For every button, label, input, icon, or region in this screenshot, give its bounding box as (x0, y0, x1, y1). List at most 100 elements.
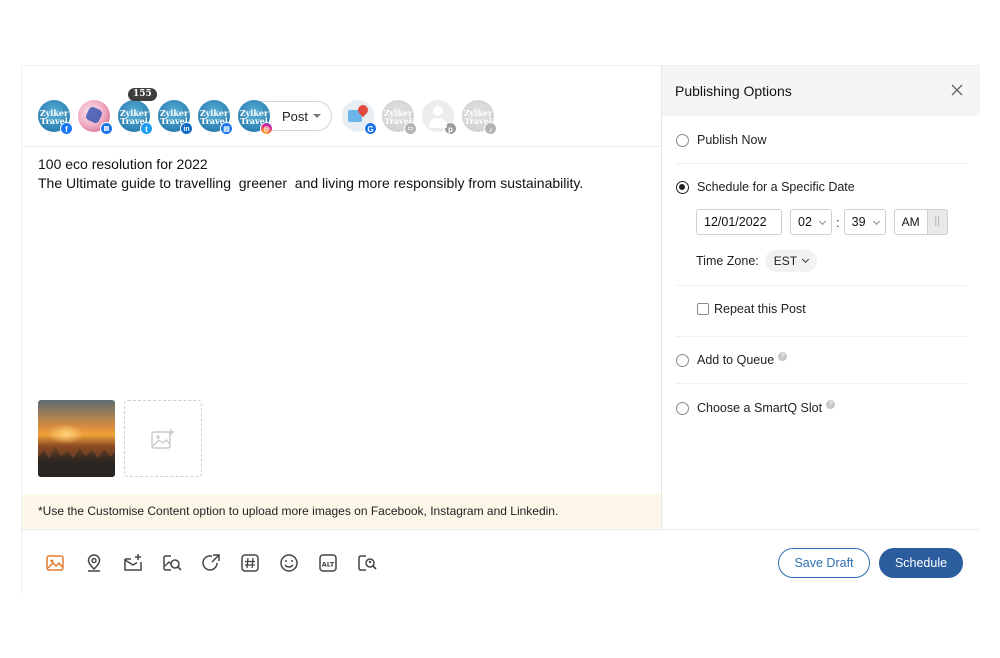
caret-down-icon (313, 114, 321, 118)
divider (676, 163, 967, 164)
profile-avatar-colorful[interactable]: ▤ (78, 100, 113, 135)
hour-select[interactable]: 02 (790, 209, 832, 235)
timezone-label: Time Zone: (696, 254, 759, 268)
profile-avatar-zylker-gbp[interactable]: Zylker Travel ▤ (198, 100, 233, 135)
post-type-label: Post (282, 108, 309, 124)
post-line-2: The Ultimate guide to travelling greener… (38, 175, 584, 191)
google-icon: G (364, 122, 377, 135)
date-time-row: 12/01/2022 02 : 39 AM || (696, 209, 948, 235)
hashtag-icon (241, 554, 259, 572)
profile-avatar-zylker-instagram[interactable]: Zylker Travel ◎ (238, 100, 273, 135)
profile-avatar-zylker-faded-2[interactable]: Zylker Travel ♪ (462, 100, 497, 135)
time-separator: : (836, 214, 840, 230)
publishing-options-panel: Publishing Options Publish Now Schedule … (661, 66, 980, 529)
schedule-button[interactable]: Schedule (879, 548, 963, 578)
hour-value: 02 (798, 215, 812, 229)
repeat-post-label: Repeat this Post (714, 302, 806, 316)
close-icon[interactable] (950, 83, 964, 97)
mail-upload-icon (124, 554, 142, 571)
profile-avatar-zylker-linkedin[interactable]: Zylker Travel in (158, 100, 193, 135)
composer: Zylker Travel f ▤ 155 Zylker Travel t Zy… (22, 66, 661, 529)
option-smartq-slot[interactable]: Choose a SmartQ Slot ? (676, 399, 836, 415)
profile-avatar-zylker-facebook[interactable]: Zylker Travel f (38, 100, 73, 135)
google-business-icon: ▤ (220, 122, 233, 135)
share-tool[interactable] (200, 552, 222, 574)
option-label: Schedule for a Specific Date (697, 180, 855, 194)
divider (676, 383, 967, 384)
option-publish-now[interactable]: Publish Now (676, 133, 766, 147)
profile-avatar-zylker-faded-1[interactable]: Zylker Travel ▭ (382, 100, 417, 135)
timezone-value: EST (773, 254, 798, 268)
option-schedule-specific-date[interactable]: Schedule for a Specific Date (676, 180, 855, 194)
timezone-select[interactable]: EST (764, 250, 818, 272)
location-icon (87, 554, 101, 572)
repeat-post-option[interactable]: Repeat this Post (697, 302, 806, 316)
am-label[interactable]: AM (895, 210, 927, 234)
image-icon (46, 555, 64, 571)
media-attachments (38, 400, 202, 477)
hashtag-tool[interactable] (239, 552, 261, 574)
image-tool[interactable] (44, 552, 66, 574)
minute-value: 39 (851, 215, 866, 229)
panel-title: Publishing Options (675, 83, 792, 99)
location-tool[interactable] (83, 552, 105, 574)
option-add-to-queue[interactable]: Add to Queue ? (676, 351, 788, 367)
radio-publish-now[interactable] (676, 133, 689, 147)
am-pm-toggle[interactable]: AM || (893, 209, 948, 235)
count-badge: 155 (128, 88, 157, 101)
chevron-down-icon (818, 217, 827, 226)
facebook-icon: f (60, 122, 73, 135)
repeat-post-checkbox[interactable] (697, 303, 709, 315)
search-user-tool[interactable] (356, 552, 378, 574)
customise-content-notice: *Use the Customise Content option to upl… (22, 494, 661, 529)
instagram-icon: ◎ (260, 122, 273, 135)
option-label: Add to Queue (697, 353, 775, 367)
option-label: Publish Now (697, 133, 767, 147)
search-user-icon (358, 555, 377, 571)
alt-text-icon: ALT (319, 554, 337, 572)
profile-selector: Zylker Travel f ▤ 155 Zylker Travel t Zy… (38, 88, 502, 135)
panel-header: Publishing Options (662, 66, 980, 116)
chevron-down-icon (872, 217, 880, 226)
alt-text-tool[interactable]: ALT (317, 552, 339, 574)
emoji-tool[interactable] (278, 552, 300, 574)
minute-select[interactable]: 39 (843, 209, 886, 235)
attached-image-thumbnail[interactable] (38, 400, 115, 477)
divider (676, 336, 967, 337)
divider (22, 146, 661, 147)
profile-avatar-google-maps[interactable]: G (342, 100, 377, 135)
linkedin-icon: in (180, 122, 193, 135)
pinterest-icon: p (444, 122, 457, 135)
composer-toolbar: ALT (44, 552, 395, 574)
post-text-area[interactable]: 100 eco resolution for 2022 The Ultimate… (38, 155, 583, 193)
alt-text-label: ALT (322, 561, 335, 569)
search-image-tool[interactable] (161, 552, 183, 574)
mail-upload-tool[interactable] (122, 552, 144, 574)
profile-avatar-zylker-twitter[interactable]: 155 Zylker Travel t (118, 88, 157, 135)
radio-schedule-specific-date[interactable] (676, 180, 689, 194)
search-image-icon (163, 555, 182, 571)
option-label: Choose a SmartQ Slot (697, 401, 823, 415)
composer-footer: ALT Save Draft Schedule (22, 529, 980, 594)
add-image-icon (151, 428, 174, 449)
divider (676, 285, 967, 286)
post-line-1: 100 eco resolution for 2022 (38, 156, 208, 172)
mail-icon: ▭ (404, 122, 417, 135)
radio-smartq-slot[interactable] (676, 401, 689, 415)
profile-avatar-person-pinterest[interactable]: p (422, 100, 457, 135)
tiktok-icon: ♪ (484, 122, 497, 135)
help-icon[interactable]: ? (826, 399, 836, 409)
save-draft-button[interactable]: Save Draft (778, 548, 870, 578)
emoji-icon (280, 554, 298, 572)
help-icon[interactable]: ? (778, 351, 788, 361)
network-badge-icon: ▤ (100, 122, 113, 135)
chevron-down-icon (802, 255, 810, 264)
pm-toggle-handle[interactable]: || (926, 210, 947, 234)
add-image-button[interactable] (124, 400, 202, 477)
share-icon (202, 554, 220, 571)
radio-add-to-queue[interactable] (676, 353, 689, 367)
post-composer-app: Zylker Travel f ▤ 155 Zylker Travel t Zy… (21, 65, 980, 594)
timezone-row: Time Zone: EST (696, 250, 818, 272)
date-input[interactable]: 12/01/2022 (696, 209, 782, 235)
twitter-icon: t (140, 122, 153, 135)
